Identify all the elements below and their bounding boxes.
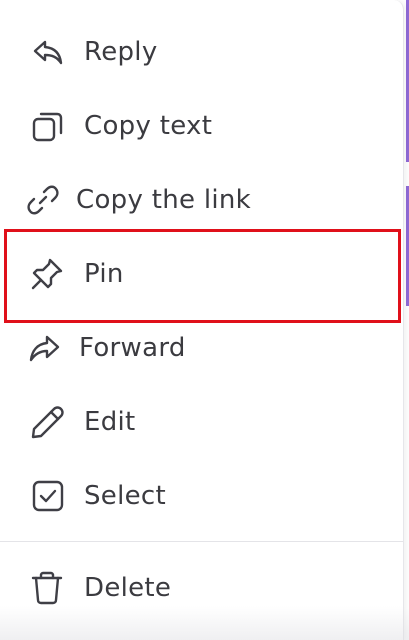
context-menu-screen: Reply Copy text Copy the link Pin Forwar… — [0, 0, 409, 640]
menu-item-copy-link[interactable]: Copy the link — [0, 163, 403, 237]
menu-item-label: Edit — [84, 407, 136, 437]
checkbox-icon — [31, 479, 65, 513]
message-context-menu: Reply Copy text Copy the link Pin Forwar… — [0, 0, 404, 640]
forward-icon — [28, 331, 62, 365]
menu-item-label: Forward — [79, 333, 186, 363]
menu-item-edit[interactable]: Edit — [0, 385, 403, 459]
menu-divider — [0, 541, 403, 542]
menu-item-reply[interactable]: Reply — [0, 15, 403, 89]
menu-item-forward[interactable]: Forward — [0, 311, 403, 385]
menu-item-delete[interactable]: Delete — [0, 551, 403, 625]
menu-item-copy-text[interactable]: Copy text — [0, 89, 403, 163]
pencil-icon — [30, 405, 64, 439]
menu-item-label: Copy text — [84, 111, 213, 141]
menu-item-label: Delete — [84, 573, 172, 603]
menu-item-label: Pin — [84, 259, 124, 289]
pin-icon — [30, 257, 64, 291]
trash-icon — [30, 571, 64, 605]
copy-icon — [31, 109, 65, 143]
menu-item-pin[interactable]: Pin — [0, 237, 403, 311]
link-icon — [26, 183, 60, 217]
menu-item-label: Reply — [84, 37, 158, 67]
menu-item-label: Copy the link — [76, 185, 252, 215]
menu-item-label: Select — [84, 481, 167, 511]
reply-icon — [31, 35, 65, 69]
menu-item-select[interactable]: Select — [0, 459, 403, 533]
